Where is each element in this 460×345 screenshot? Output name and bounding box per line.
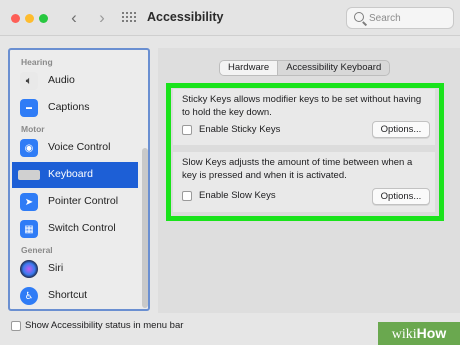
sidebar-item-captions[interactable]: ▬ Captions (12, 95, 138, 121)
slow-keys-group: Slow Keys adjusts the amount of time bet… (173, 152, 435, 212)
watermark-part1: wiki (391, 327, 417, 342)
shortcut-icon: ♿︎ (20, 287, 38, 305)
sidebar-item-label: Captions (48, 101, 90, 113)
search-field[interactable] (346, 7, 454, 29)
tab-hardware[interactable]: Hardware (220, 61, 279, 75)
sticky-keys-group: Sticky Keys allows modifier keys to be s… (173, 89, 435, 145)
wikihow-watermark: wikiHow (378, 322, 460, 345)
minimize-window-button[interactable] (25, 14, 34, 23)
pointer-icon: ➤ (20, 193, 38, 211)
siri-icon (20, 260, 38, 278)
show-status-checkbox[interactable] (11, 321, 21, 331)
sidebar-item-switch-control[interactable]: ▦ Switch Control (12, 216, 138, 242)
tab-bar: Hardware Accessibility Keyboard (219, 60, 391, 76)
window-title: Accessibility (147, 10, 224, 24)
enable-slow-keys-checkbox[interactable] (182, 191, 192, 201)
search-icon (354, 12, 364, 22)
sidebar-item-label: Siri (48, 262, 64, 274)
close-window-button[interactable] (11, 14, 20, 23)
slow-keys-options-button[interactable]: Options... (372, 188, 430, 205)
tab-accessibility-keyboard[interactable]: Accessibility Keyboard (278, 61, 389, 75)
sidebar-item-voice-control[interactable]: ◉ Voice Control (12, 135, 138, 161)
speaker-icon: 🔈︎ (20, 72, 38, 90)
sticky-keys-options-button[interactable]: Options... (372, 121, 430, 138)
sidebar-item-siri[interactable]: Siri (12, 256, 138, 282)
section-heading-motor: Motor (21, 124, 45, 134)
back-arrow-icon[interactable]: ‹ (66, 8, 82, 28)
slow-keys-description: Slow Keys adjusts the amount of time bet… (182, 157, 413, 181)
title-bar: ‹ › Accessibility (0, 0, 460, 36)
sidebar-item-label: Shortcut (48, 289, 88, 301)
search-input[interactable] (369, 11, 449, 25)
enable-sticky-keys-checkbox[interactable] (182, 125, 192, 135)
voice-control-icon: ◉ (20, 139, 38, 157)
captions-icon: ▬ (20, 99, 38, 117)
sticky-keys-description: Sticky Keys allows modifier keys to be s… (182, 94, 422, 118)
sidebar-scrollbar[interactable] (142, 148, 148, 308)
sidebar: Hearing 🔈︎ Audio ▬ Captions Motor ◉ Voic… (8, 48, 150, 311)
sidebar-item-pointer-control[interactable]: ➤ Pointer Control (12, 189, 138, 215)
show-all-grid-icon[interactable] (122, 12, 136, 24)
show-status-label: Show Accessibility status in menu bar (25, 320, 184, 331)
watermark-part2: How (416, 325, 447, 341)
enable-sticky-keys-label: Enable Sticky Keys (199, 124, 281, 135)
sidebar-item-audio[interactable]: 🔈︎ Audio (12, 68, 138, 94)
sidebar-item-shortcut[interactable]: ♿︎ Shortcut (12, 283, 138, 309)
forward-arrow-icon[interactable]: › (94, 8, 110, 28)
sidebar-item-keyboard[interactable]: Keyboard (12, 162, 138, 188)
sidebar-item-label: Pointer Control (48, 195, 119, 207)
enable-slow-keys-label: Enable Slow Keys (199, 190, 276, 201)
zoom-window-button[interactable] (39, 14, 48, 23)
sidebar-item-label: Audio (48, 74, 75, 86)
switch-control-icon: ▦ (20, 220, 38, 238)
sidebar-item-label: Switch Control (48, 222, 116, 234)
keyboard-icon (18, 170, 40, 180)
section-heading-hearing: Hearing (21, 57, 53, 67)
sidebar-item-label: Keyboard (48, 168, 93, 180)
section-heading-general: General (21, 245, 53, 255)
sidebar-item-label: Voice Control (48, 141, 111, 153)
